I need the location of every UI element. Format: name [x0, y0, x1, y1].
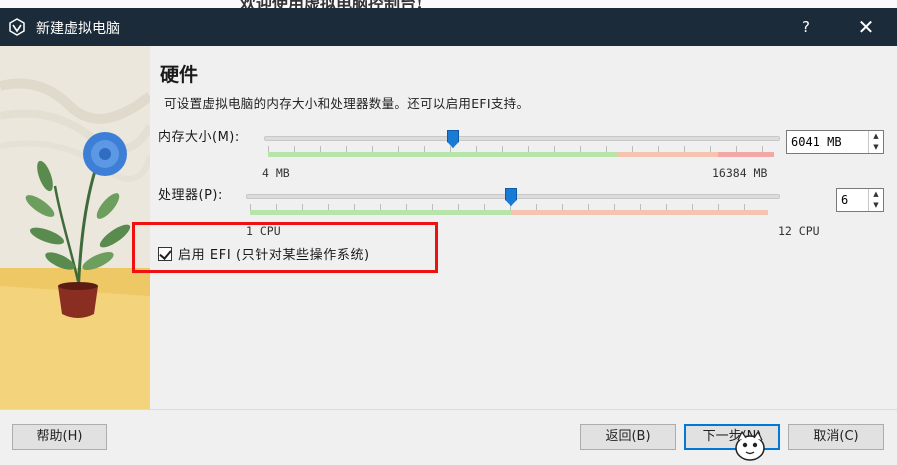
- cpu-spinbox[interactable]: ▲ ▼: [836, 188, 884, 212]
- cancel-button[interactable]: 取消(C): [788, 424, 884, 450]
- memory-range-bar: [268, 152, 774, 157]
- memory-slider-track[interactable]: [264, 136, 780, 141]
- spin-up-icon[interactable]: ▲: [869, 189, 883, 200]
- help-button[interactable]: 帮助(H): [12, 424, 107, 450]
- memory-ticks: [268, 146, 774, 152]
- close-icon[interactable]: ✕: [846, 8, 886, 46]
- memory-max-label: 16384 MB: [712, 166, 768, 180]
- cpu-ticks: [250, 204, 768, 210]
- cpu-max-label: 12 CPU: [778, 224, 820, 238]
- memory-value-input[interactable]: [791, 134, 866, 150]
- memory-spin-arrows[interactable]: ▲ ▼: [868, 131, 883, 153]
- title-bar: 新建虚拟电脑 ? ✕: [0, 8, 897, 46]
- virtualbox-icon: [9, 18, 25, 36]
- spin-down-icon[interactable]: ▼: [869, 142, 883, 153]
- background-window-strip: 欢迎使用虚拟电脑控制台!: [0, 0, 897, 13]
- help-icon[interactable]: ?: [786, 8, 826, 46]
- memory-label: 内存大小(M):: [158, 130, 240, 145]
- efi-highlight-box: [132, 222, 438, 273]
- memory-min-label: 4 MB: [262, 166, 290, 180]
- cpu-label: 处理器(P):: [158, 188, 223, 203]
- back-button[interactable]: 返回(B): [580, 424, 676, 450]
- spin-down-icon[interactable]: ▼: [869, 200, 883, 211]
- spin-up-icon[interactable]: ▲: [869, 131, 883, 142]
- cpu-value-input[interactable]: [841, 192, 867, 208]
- page-description: 可设置虚拟电脑的内存大小和处理器数量。还可以启用EFI支持。: [164, 96, 530, 111]
- cpu-spin-arrows[interactable]: ▲ ▼: [868, 189, 883, 211]
- mascot-cursor-icon: [735, 430, 765, 461]
- window-title: 新建虚拟电脑: [36, 21, 120, 37]
- cpu-range-bar: [250, 210, 768, 215]
- memory-spinbox[interactable]: ▲ ▼: [786, 130, 884, 154]
- plant-illustration: [0, 46, 150, 409]
- page-title: 硬件: [160, 64, 199, 86]
